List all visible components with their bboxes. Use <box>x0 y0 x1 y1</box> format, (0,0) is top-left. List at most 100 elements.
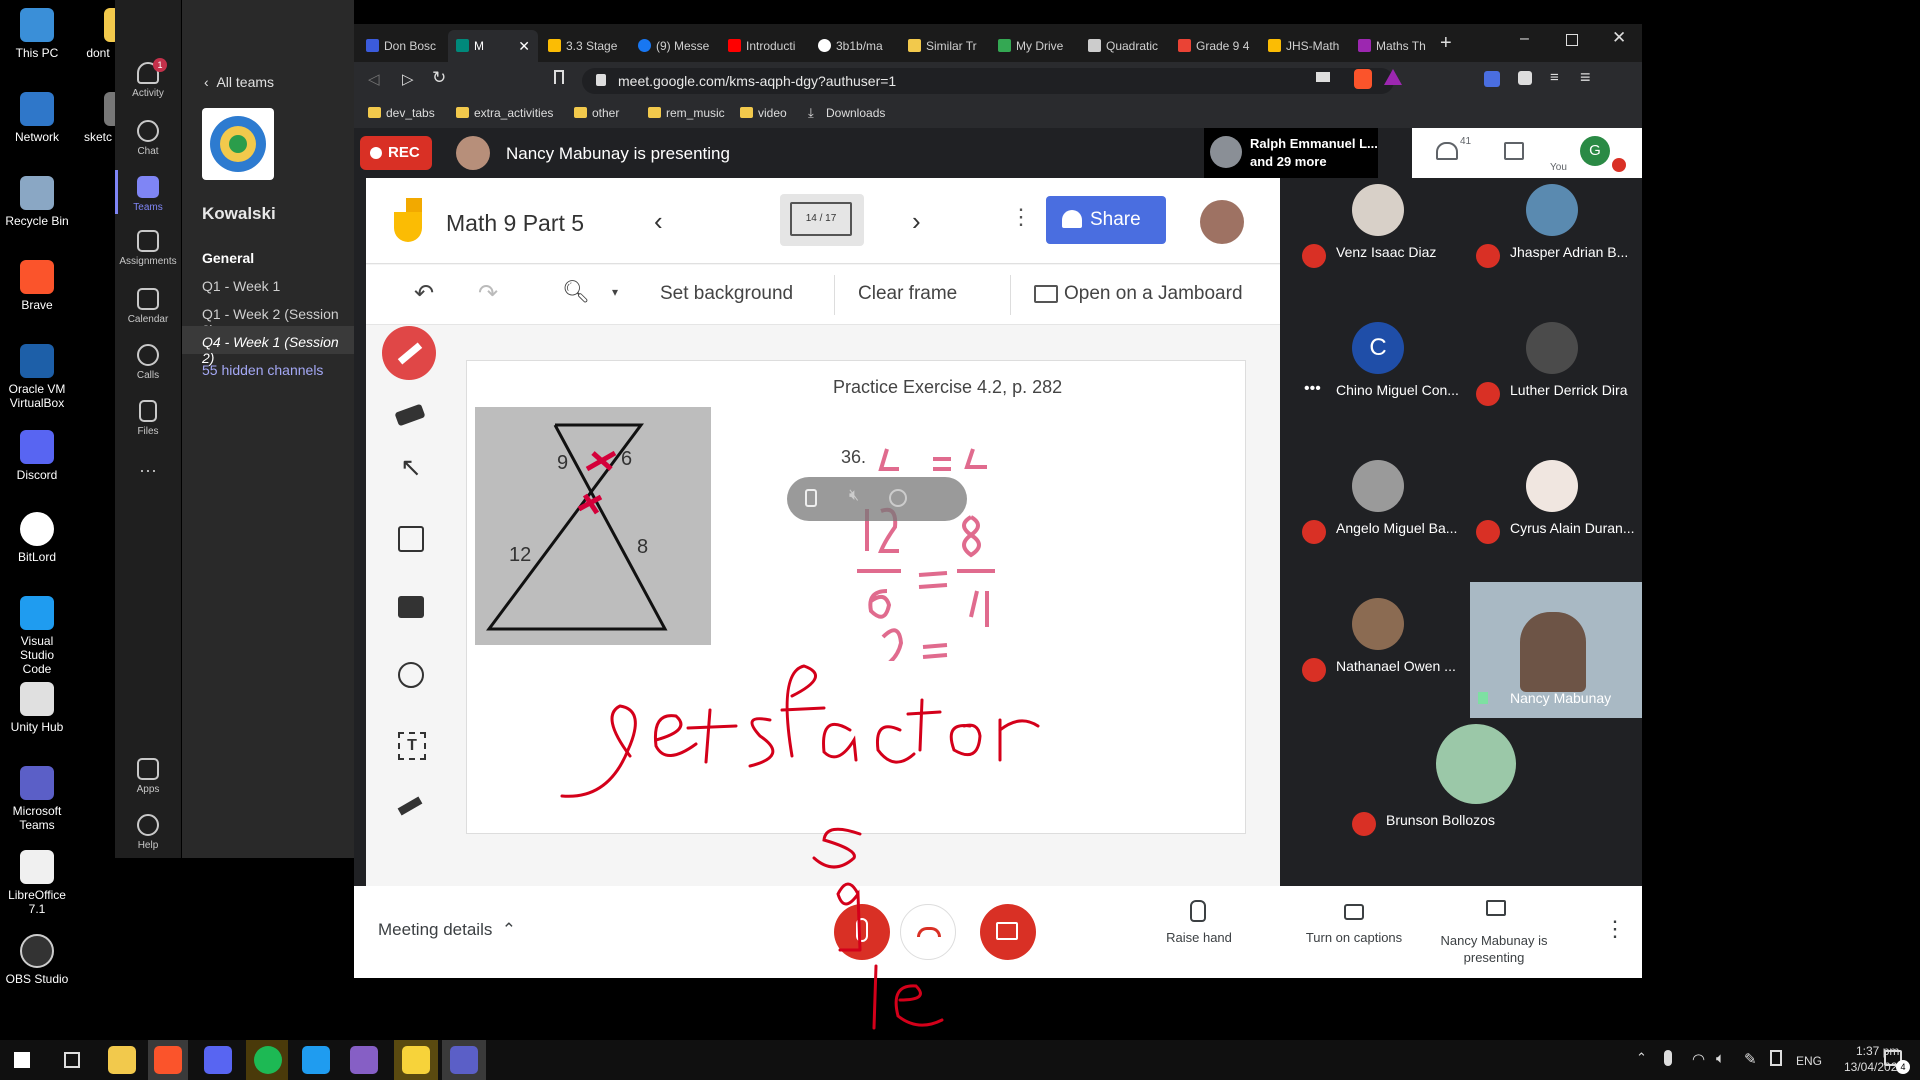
text-box-icon[interactable]: T <box>398 732 426 760</box>
bookmark-folder[interactable]: rem_music <box>648 106 725 120</box>
rail-chat[interactable]: Chat <box>115 120 181 157</box>
set-background-button[interactable]: Set background <box>660 283 793 305</box>
desktop-icon-discord[interactable]: Discord <box>4 430 70 482</box>
close-window-icon[interactable]: ✕ <box>1612 28 1626 48</box>
close-tab-icon[interactable]: ✕ <box>518 38 530 55</box>
tab[interactable]: Quadratic <box>1080 30 1168 62</box>
undo-icon[interactable]: ↶ <box>414 279 434 308</box>
wifi-icon[interactable]: ◠ <box>1692 1050 1705 1068</box>
battery-icon[interactable] <box>1770 1050 1782 1066</box>
participant-tile[interactable]: Jhasper Adrian B... <box>1468 178 1636 314</box>
jamboard-title[interactable]: Math 9 Part 5 <box>446 210 584 237</box>
desktop-icon-recycle-bin[interactable]: Recycle Bin <box>4 176 70 228</box>
visual-studio-icon[interactable] <box>350 1046 378 1074</box>
rail-activity[interactable]: Activity 1 <box>115 58 181 99</box>
rail-teams[interactable]: Teams <box>115 176 181 213</box>
more-vert-icon[interactable]: ⋮ <box>1010 204 1032 230</box>
rail-help[interactable]: Help <box>115 814 181 851</box>
participant-tile[interactable]: Cyrus Alain Duran... <box>1468 454 1636 590</box>
clear-frame-button[interactable]: Clear frame <box>858 283 957 305</box>
playlist-icon[interactable]: ≡ <box>1550 69 1559 86</box>
desktop-icon-vscode[interactable]: Visual Studio Code <box>4 596 70 676</box>
zoom-dropdown-icon[interactable]: ▾ <box>612 285 618 299</box>
hidden-channels-link[interactable]: 55 hidden channels <box>202 362 323 378</box>
tab[interactable]: Grade 9 4 <box>1170 30 1258 62</box>
rail-calls[interactable]: Calls <box>115 344 181 381</box>
more-options-icon[interactable]: ⋮ <box>1604 916 1626 942</box>
participant-tile[interactable]: Venz Isaac Diaz <box>1294 178 1462 314</box>
minimize-icon[interactable]: – <box>1520 30 1529 48</box>
prev-frame-icon[interactable]: ‹ <box>654 206 663 237</box>
pen-icon[interactable]: ✎ <box>1744 1050 1757 1068</box>
self-avatar[interactable]: G <box>1580 136 1610 166</box>
menu-icon[interactable]: ≡ <box>1580 67 1591 88</box>
circle-shape-icon[interactable] <box>398 662 424 688</box>
image-icon[interactable] <box>398 596 424 618</box>
translate-extension-icon[interactable] <box>1484 71 1500 87</box>
tab[interactable]: (9) Messe <box>630 30 718 62</box>
desktop-icon-brave[interactable]: Brave <box>4 260 70 312</box>
tab[interactable]: Maths Th <box>1350 30 1438 62</box>
url-input[interactable]: meet.google.com/kms-aqph-dgy?authuser=1 <box>582 68 1394 94</box>
pen-tool-icon[interactable] <box>382 326 436 380</box>
bookmark-folder[interactable]: dev_tabs <box>368 106 435 120</box>
participant-tile[interactable]: Luther Derrick Dira <box>1468 316 1636 452</box>
tab[interactable]: 3b1b/ma <box>810 30 898 62</box>
desktop-icon-obs[interactable]: OBS Studio <box>4 934 70 986</box>
camera-icon[interactable] <box>1316 72 1330 82</box>
tab[interactable]: 3.3 Stage <box>540 30 628 62</box>
laser-icon[interactable] <box>397 796 423 816</box>
tab[interactable]: Introducti <box>720 30 808 62</box>
remove-icon[interactable] <box>889 489 907 507</box>
extensions-icon[interactable] <box>1518 71 1532 85</box>
vscode-icon[interactable] <box>302 1046 330 1074</box>
channel-section[interactable]: General <box>202 250 254 266</box>
desktop-icon-teams[interactable]: Microsoft Teams <box>4 766 70 832</box>
tab[interactable]: My Drive <box>990 30 1078 62</box>
tab-active[interactable]: M ✕ <box>448 30 538 62</box>
next-frame-icon[interactable]: › <box>912 206 921 237</box>
desktop-icon-virtualbox[interactable]: Oracle VM VirtualBox <box>4 344 70 410</box>
desktop-icon-this-pc[interactable]: This PC <box>4 8 70 60</box>
forward-icon[interactable]: ▷ <box>402 70 414 88</box>
select-arrow-icon[interactable]: ↖ <box>400 452 422 483</box>
rail-apps[interactable]: Apps <box>115 758 181 795</box>
reload-icon[interactable]: ↻ <box>432 68 446 88</box>
channel-item[interactable]: Q1 - Week 1 <box>202 278 280 294</box>
desktop-icon-sketch[interactable]: sketc <box>80 92 116 144</box>
bookmark-folder[interactable]: other <box>574 106 619 120</box>
desktop-icon-bitlord[interactable]: BitLord <box>4 512 70 564</box>
bookmark-folder[interactable]: video <box>740 106 787 120</box>
volume-icon[interactable]: 🔈︎ <box>1716 1050 1725 1067</box>
desktop-icon-libreoffice[interactable]: LibreOffice 7.1 <box>4 850 70 916</box>
brave-rewards-icon[interactable] <box>1384 69 1402 85</box>
teams-icon[interactable] <box>450 1046 478 1074</box>
language-indicator[interactable]: ENG <box>1796 1054 1822 1068</box>
bookmark-folder[interactable]: extra_activities <box>456 106 553 120</box>
new-tab-icon[interactable]: + <box>1440 32 1452 55</box>
discord-icon[interactable] <box>204 1046 232 1074</box>
tab[interactable]: Don Bosc <box>358 30 446 62</box>
desktop-icon-dont[interactable]: dont <box>80 8 116 60</box>
pin-icon[interactable] <box>805 489 817 507</box>
tab[interactable]: JHS-Math <box>1260 30 1348 62</box>
chat-icon[interactable] <box>1504 142 1524 160</box>
people-icon[interactable] <box>1436 142 1458 160</box>
share-button[interactable]: Share <box>1046 196 1166 244</box>
brave-icon[interactable] <box>154 1046 182 1074</box>
mute-speaker-icon[interactable]: 🔇︎ <box>849 487 859 505</box>
bookmark-downloads[interactable]: ⤓ Downloads <box>808 105 885 120</box>
rail-calendar[interactable]: Calendar <box>115 288 181 325</box>
sticky-notes-icon[interactable] <box>402 1046 430 1074</box>
zoom-icon[interactable]: 🔍︎ <box>562 279 590 305</box>
participant-video-tile[interactable]: Nancy Mabunay <box>1470 582 1642 718</box>
rail-more[interactable]: ··· <box>115 460 181 481</box>
meeting-details-button[interactable]: Meeting details ⌃ <box>378 920 516 940</box>
open-jamboard-button[interactable]: Open on a Jamboard <box>1034 283 1274 305</box>
chevron-up-icon[interactable]: ⌃ <box>1636 1050 1647 1066</box>
spotify-icon[interactable] <box>254 1046 282 1074</box>
all-teams-link[interactable]: ‹ All teams <box>204 74 274 90</box>
task-view-icon[interactable] <box>64 1052 80 1068</box>
desktop-icon-network[interactable]: Network <box>4 92 70 144</box>
bookmark-icon[interactable] <box>554 70 564 84</box>
